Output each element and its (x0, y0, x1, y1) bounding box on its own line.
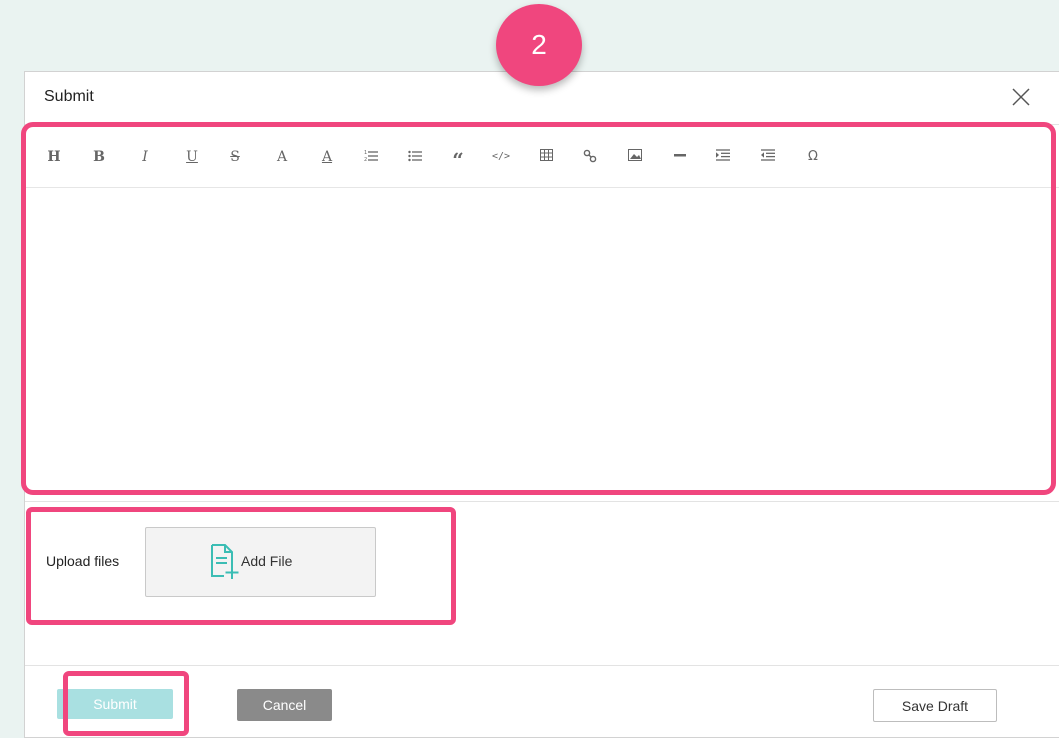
outdent-icon[interactable] (756, 147, 780, 167)
underline-icon[interactable]: U (180, 147, 204, 167)
svg-text:1: 1 (364, 150, 367, 156)
italic-icon[interactable]: I (133, 147, 157, 167)
section-divider (25, 501, 1059, 502)
submit-dialog: Submit H B I U S A A 1 2 “ </> Ω Upload … (24, 71, 1059, 738)
step-badge: 2 (496, 4, 582, 86)
file-add-icon (210, 544, 240, 585)
table-icon[interactable] (534, 147, 558, 167)
dialog-title: Submit (44, 88, 94, 105)
step-number: 2 (531, 29, 547, 60)
submit-button[interactable]: Submit (57, 689, 173, 719)
editor-toolbar: H B I U S A A 1 2 “ </> Ω (25, 125, 1059, 188)
code-icon[interactable]: </> (489, 147, 513, 167)
add-file-label: Add File (241, 553, 293, 569)
bold-icon[interactable]: B (87, 147, 111, 167)
save-draft-button[interactable]: Save Draft (873, 689, 997, 722)
rich-text-editor: H B I U S A A 1 2 “ </> Ω (25, 125, 1059, 487)
font-color-icon[interactable]: A (270, 147, 294, 167)
horizontal-rule-icon[interactable] (668, 147, 692, 167)
quote-icon[interactable]: “ (446, 147, 470, 172)
add-file-button[interactable]: Add File (145, 527, 376, 597)
indent-icon[interactable] (711, 147, 735, 167)
editor-content-area[interactable] (25, 188, 1059, 487)
background-color-icon[interactable]: A (315, 147, 339, 167)
upload-files-label: Upload files (46, 553, 120, 569)
omega-icon[interactable]: Ω (801, 147, 825, 167)
heading-icon[interactable]: H (42, 147, 66, 167)
strikethrough-icon[interactable]: S (223, 147, 247, 167)
unordered-list-icon[interactable] (403, 147, 427, 167)
ordered-list-icon[interactable]: 1 2 (359, 147, 383, 167)
footer-divider (25, 665, 1059, 666)
svg-text:2: 2 (364, 157, 367, 163)
close-icon[interactable] (1010, 86, 1032, 108)
cancel-button[interactable]: Cancel (237, 689, 332, 721)
link-icon[interactable] (578, 147, 602, 167)
image-icon[interactable] (623, 147, 647, 167)
